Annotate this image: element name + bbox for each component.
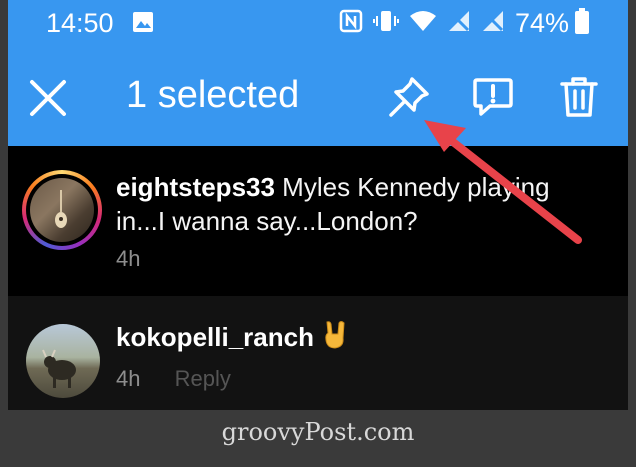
status-icons: 74% — [339, 7, 599, 39]
comment-item[interactable]: kokopelli_ranch 4h Reply — [8, 296, 628, 410]
nfc-icon — [339, 9, 363, 38]
wifi-icon — [409, 9, 437, 38]
report-icon — [473, 78, 513, 116]
status-time: 14:50 — [46, 8, 114, 38]
close-icon — [30, 80, 66, 116]
guitar-icon — [55, 190, 67, 228]
comment-meta: 4h — [116, 246, 596, 272]
selection-action-bar: 1 selected — [8, 46, 628, 146]
comment-text: eightsteps33 Myles Kennedy playing in...… — [116, 170, 596, 238]
status-bar: 14:50 74% — [8, 0, 628, 46]
comment-username[interactable]: eightsteps33 — [116, 172, 275, 202]
comment-timestamp: 4h — [116, 366, 141, 392]
comment-username[interactable]: kokopelli_ranch — [116, 322, 314, 352]
comment-meta: 4h Reply — [116, 366, 596, 392]
avatar-story-ring[interactable] — [22, 170, 102, 250]
signal-off-icon — [481, 9, 505, 38]
avatar[interactable] — [26, 324, 100, 398]
battery-percent: 74% — [515, 7, 570, 38]
phone-screen: 14:50 74% 1 selected eightsteps33 Myles … — [8, 0, 628, 410]
pin-icon — [389, 77, 429, 117]
battery-icon — [575, 7, 590, 39]
signal-off-icon — [447, 9, 471, 38]
delete-comment-button[interactable] — [556, 74, 602, 120]
watermark: groovyPost.com — [221, 418, 415, 446]
gallery-icon — [132, 11, 154, 38]
report-comment-button[interactable] — [470, 74, 516, 120]
comment-body: eightsteps33 Myles Kennedy playing in...… — [116, 170, 596, 272]
avatar — [30, 178, 94, 242]
reply-button[interactable]: Reply — [175, 366, 231, 391]
comment-timestamp: 4h — [116, 246, 141, 271]
comment-item[interactable]: eightsteps33 Myles Kennedy playing in...… — [8, 146, 628, 294]
pin-comment-button[interactable] — [386, 74, 432, 120]
selected-count: 1 selected — [126, 74, 300, 116]
sign-of-horns-emoji-icon — [322, 320, 348, 358]
close-selection-button[interactable] — [26, 76, 70, 120]
trash-icon — [560, 77, 598, 117]
vibrate-icon — [373, 9, 399, 38]
comment-text: kokopelli_ranch — [116, 320, 596, 358]
animal-photo — [42, 349, 76, 388]
comment-body: kokopelli_ranch 4h Reply — [116, 320, 596, 392]
